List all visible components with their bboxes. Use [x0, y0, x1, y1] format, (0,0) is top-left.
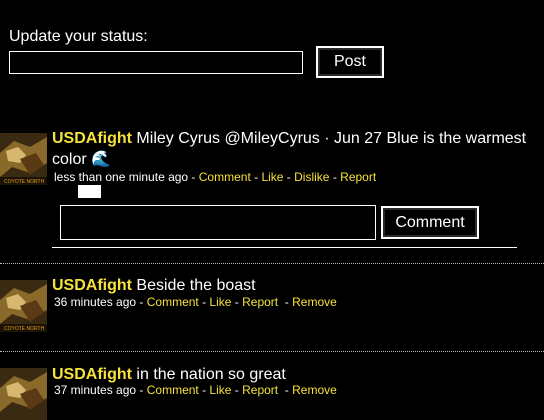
post-separator	[0, 351, 544, 352]
comment-input[interactable]	[60, 205, 376, 240]
svg-text:COYOTE NORTH: COYOTE NORTH	[4, 179, 45, 185]
post-body-line2: color	[52, 151, 92, 168]
remove-link[interactable]: Remove	[292, 383, 337, 397]
comment-link[interactable]: Comment	[199, 170, 251, 184]
comment-link[interactable]: Comment	[147, 383, 199, 397]
svg-text:COYOTE NORTH: COYOTE NORTH	[4, 326, 45, 332]
divider	[52, 247, 517, 248]
post-text-line2: color 🌊	[52, 149, 111, 170]
post-author-link[interactable]: USDAfight	[52, 130, 132, 147]
remove-link[interactable]: Remove	[292, 295, 337, 309]
dislike-link[interactable]: Dislike	[294, 170, 329, 184]
avatar[interactable]: COYOTE NORTH	[0, 280, 47, 332]
avatar-image: COYOTE NORTH	[0, 280, 47, 332]
post-time: 37 minutes ago	[54, 383, 137, 397]
report-link[interactable]: Report	[340, 170, 376, 184]
post-button[interactable]: Post	[316, 46, 384, 78]
post-body: in the nation so great	[131, 366, 286, 383]
comment-link[interactable]: Comment	[147, 295, 199, 309]
post-body: Beside the boast	[131, 277, 256, 294]
post-meta: 37 minutes ago - Comment - Like - Report…	[54, 383, 337, 397]
post-text: USDAfight Miley Cyrus @MileyCyrus · Jun …	[52, 128, 526, 149]
status-label: Update your status:	[9, 28, 148, 45]
post-time: 36 minutes ago	[54, 295, 137, 309]
avatar[interactable]: COYOTE NORTH	[0, 133, 47, 185]
like-link[interactable]: Like	[209, 383, 231, 397]
avatar-image	[0, 368, 47, 420]
post-body: Miley Cyrus @MileyCyrus · Jun 27 Blue is…	[131, 130, 527, 147]
avatar-image: COYOTE NORTH	[0, 133, 47, 185]
post-author-link[interactable]: USDAfight	[52, 366, 132, 383]
post-meta: less than one minute ago - Comment - Lik…	[54, 170, 377, 184]
comment-indicator	[78, 185, 101, 198]
post-meta: 36 minutes ago - Comment - Like - Report…	[54, 295, 337, 309]
post-text: USDAfight in the nation so great	[52, 364, 286, 385]
status-input[interactable]	[9, 51, 303, 74]
report-link[interactable]: Report	[242, 295, 278, 309]
avatar[interactable]	[0, 368, 47, 420]
like-link[interactable]: Like	[209, 295, 231, 309]
post-time: less than one minute ago	[54, 170, 189, 184]
post-text: USDAfight Beside the boast	[52, 275, 256, 296]
comment-button[interactable]: Comment	[381, 206, 479, 239]
like-link[interactable]: Like	[261, 170, 283, 184]
post-separator	[0, 263, 544, 264]
wave-icon: 🌊	[91, 151, 112, 168]
report-link[interactable]: Report	[242, 383, 278, 397]
post-author-link[interactable]: USDAfight	[52, 277, 132, 294]
